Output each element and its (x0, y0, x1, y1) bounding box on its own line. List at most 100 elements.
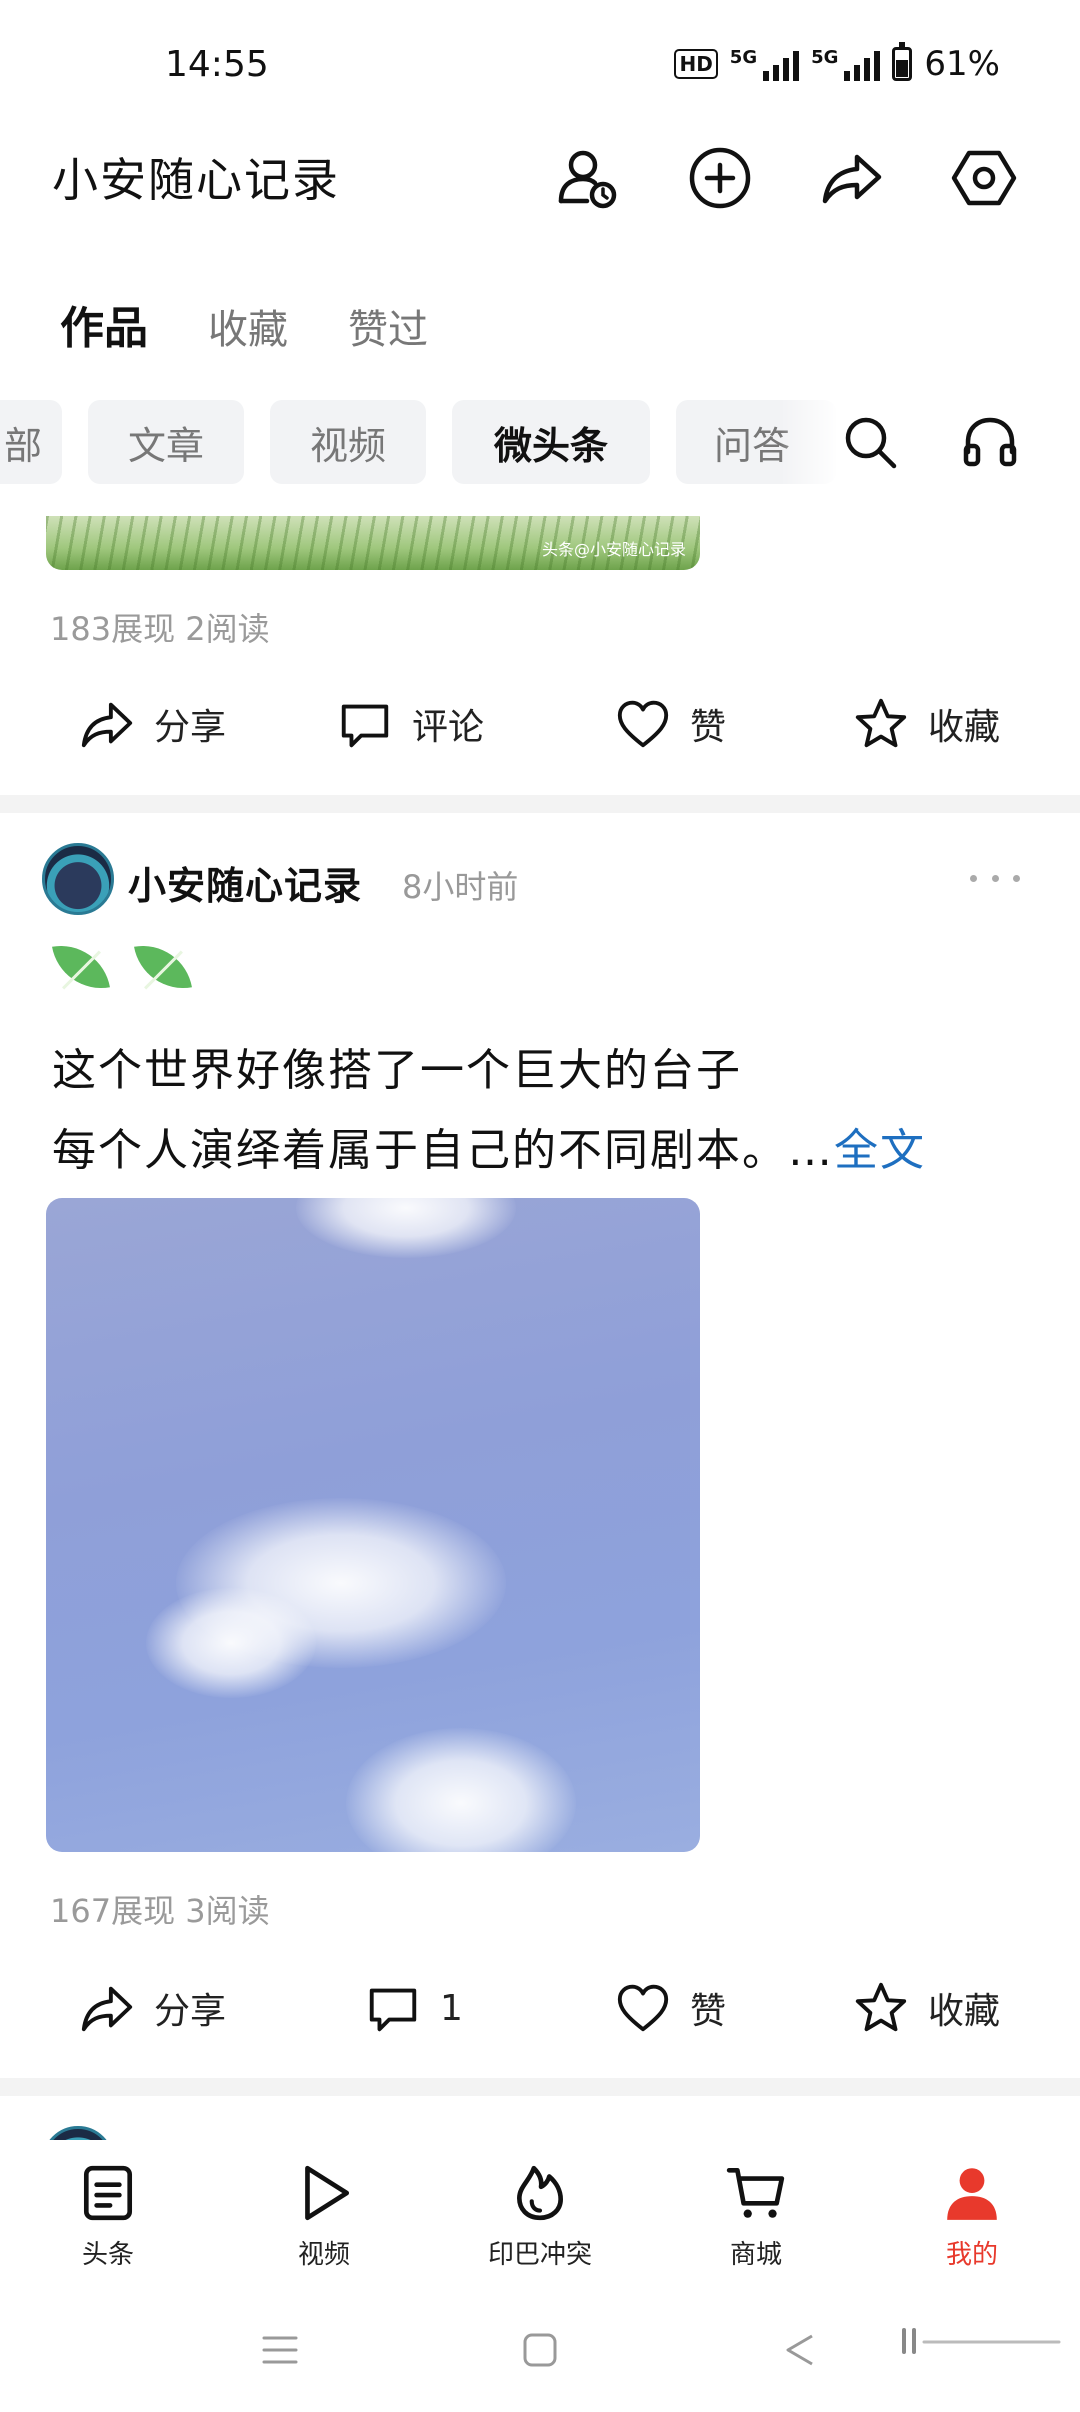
publish-button[interactable] (680, 138, 760, 218)
battery-icon (892, 42, 913, 81)
article-icon (83, 2165, 133, 2221)
back-triangle-icon (786, 2334, 813, 2366)
star-icon (855, 698, 907, 748)
status-time: 14:55 (165, 44, 269, 85)
network-type-label-2: 5G (811, 47, 839, 68)
search-icon (845, 417, 897, 469)
comment-icon (369, 1988, 417, 2032)
menu-lines-icon (262, 2336, 298, 2364)
nav-item-video[interactable]: 视频 (244, 2162, 404, 2271)
comment-label: 评论 (412, 707, 485, 748)
nav-item-headlines[interactable]: 头条 (28, 2162, 188, 2271)
post-time: 8小时前 (402, 868, 519, 906)
like-label: 赞 (690, 1991, 727, 2032)
share-arrow-icon (81, 702, 133, 748)
recent-apps-button[interactable] (250, 2320, 310, 2380)
cloud (296, 1198, 516, 1258)
listen-button[interactable] (950, 402, 1030, 482)
post-text-line-2: 每个人演绎着属于自己的不同剧本。…全文 (52, 1114, 926, 1178)
nav-label: 商城 (729, 2240, 782, 2270)
tab-liked[interactable]: 赞过 (348, 297, 428, 355)
heart-icon (617, 1984, 669, 2032)
profile-header: 小安随心记录 (0, 130, 1080, 230)
home-button[interactable] (510, 2320, 570, 2380)
post-image-sky[interactable] (46, 1198, 700, 1852)
settings-button[interactable] (944, 138, 1024, 218)
settings-hexagon-icon (951, 150, 1017, 206)
headphones-icon (963, 417, 1017, 467)
content-tabs: 作品 收藏 赞过 (60, 292, 428, 356)
share-arrow-icon (81, 1986, 133, 2032)
hd-badge: HD (674, 49, 718, 79)
comment-icon (341, 704, 389, 748)
filter-chip-articles[interactable]: 文章 (88, 400, 244, 484)
nav-label: 视频 (297, 2240, 350, 2270)
nav-label: 我的 (945, 2240, 998, 2270)
favorite-button[interactable]: 收藏 (852, 684, 1000, 764)
heart-icon (617, 700, 669, 748)
filter-chip-micro-posts[interactable]: 微头条 (452, 400, 650, 484)
search-button[interactable] (830, 402, 910, 482)
page-title: 小安随心记录 (52, 153, 340, 207)
share-label: 分享 (154, 707, 227, 748)
comment-button[interactable]: 评论 (336, 684, 484, 764)
share-button[interactable]: 分享 (78, 684, 226, 764)
comment-button[interactable]: 1 (364, 1968, 463, 2048)
post-text-line-2-content: 每个人演绎着属于自己的不同剧本。… (52, 1125, 834, 1176)
image-watermark: 头条@小安随心记录 (541, 540, 686, 559)
share-button[interactable]: 分享 (78, 1968, 226, 2048)
filter-chip-all[interactable]: 部 (0, 400, 62, 484)
nav-label: 印巴冲突 (487, 2240, 592, 2270)
flame-icon (517, 2165, 563, 2221)
signal-icon-2: 5G (811, 47, 881, 81)
post-text-line-1: 这个世界好像搭了一个巨大的台子 (52, 1045, 742, 1096)
square-icon (523, 2333, 557, 2367)
cloud (146, 1588, 316, 1698)
tab-favorites[interactable]: 收藏 (208, 297, 288, 355)
comment-count: 1 (440, 1987, 463, 2029)
avatar[interactable] (42, 843, 114, 915)
dot (970, 874, 977, 882)
star-icon (855, 1982, 907, 2032)
favorite-label: 收藏 (928, 1991, 1001, 2032)
signal-icon: 5G (729, 47, 800, 81)
like-button[interactable]: 赞 (614, 684, 726, 764)
tab-works[interactable]: 作品 (60, 292, 148, 356)
visitor-history-button[interactable] (548, 138, 628, 218)
post-stats: 183展现 2阅读 (50, 610, 270, 648)
post-divider (0, 795, 1080, 813)
post-stats: 167展现 3阅读 (50, 1892, 270, 1930)
share-profile-button[interactable] (812, 138, 892, 218)
plus-circle-icon (689, 147, 751, 209)
cart-icon (726, 2167, 785, 2218)
system-nav-bar (0, 2290, 1080, 2412)
like-label: 赞 (690, 707, 727, 748)
cloud (346, 1728, 576, 1852)
nav-label: 头条 (81, 2240, 134, 2270)
favorite-button[interactable]: 收藏 (852, 1968, 1000, 2048)
nav-item-mall[interactable]: 商城 (676, 2162, 836, 2271)
filter-chip-videos[interactable]: 视频 (270, 400, 426, 484)
share-arrow-icon (822, 154, 882, 204)
post-action-bar: 分享 评论 赞 收藏 (0, 684, 1080, 764)
network-type-label: 5G (729, 47, 758, 68)
dot (991, 874, 999, 882)
read-more-link[interactable]: 全文 (834, 1125, 926, 1176)
like-button[interactable]: 赞 (614, 1968, 726, 2048)
post-image-grass[interactable]: 头条@小安随心记录 (46, 516, 700, 570)
play-icon (305, 2165, 350, 2221)
post-divider (0, 2078, 1080, 2096)
bottom-nav: 头条 视频 印巴冲突 商城 我的 (0, 2140, 1080, 2280)
post-action-bar: 分享 1 赞 收藏 (0, 1968, 1080, 2048)
nav-item-profile[interactable]: 我的 (892, 2162, 1052, 2271)
filter-bar: 部 文章 视频 微头条 问答 (0, 400, 1080, 484)
share-label: 分享 (154, 1991, 227, 2032)
gesture-indicator-icon (902, 2328, 1061, 2354)
nav-item-hot-topic[interactable]: 印巴冲突 (460, 2162, 620, 2271)
more-options-button[interactable] (970, 858, 1020, 898)
status-indicators: HD 5G 5G 61% (674, 42, 1000, 84)
battery-percent: 61% (924, 44, 1000, 84)
author-name[interactable]: 小安随心记录 (128, 855, 362, 910)
back-button[interactable] (770, 2320, 830, 2380)
emoji-row (50, 936, 196, 1000)
